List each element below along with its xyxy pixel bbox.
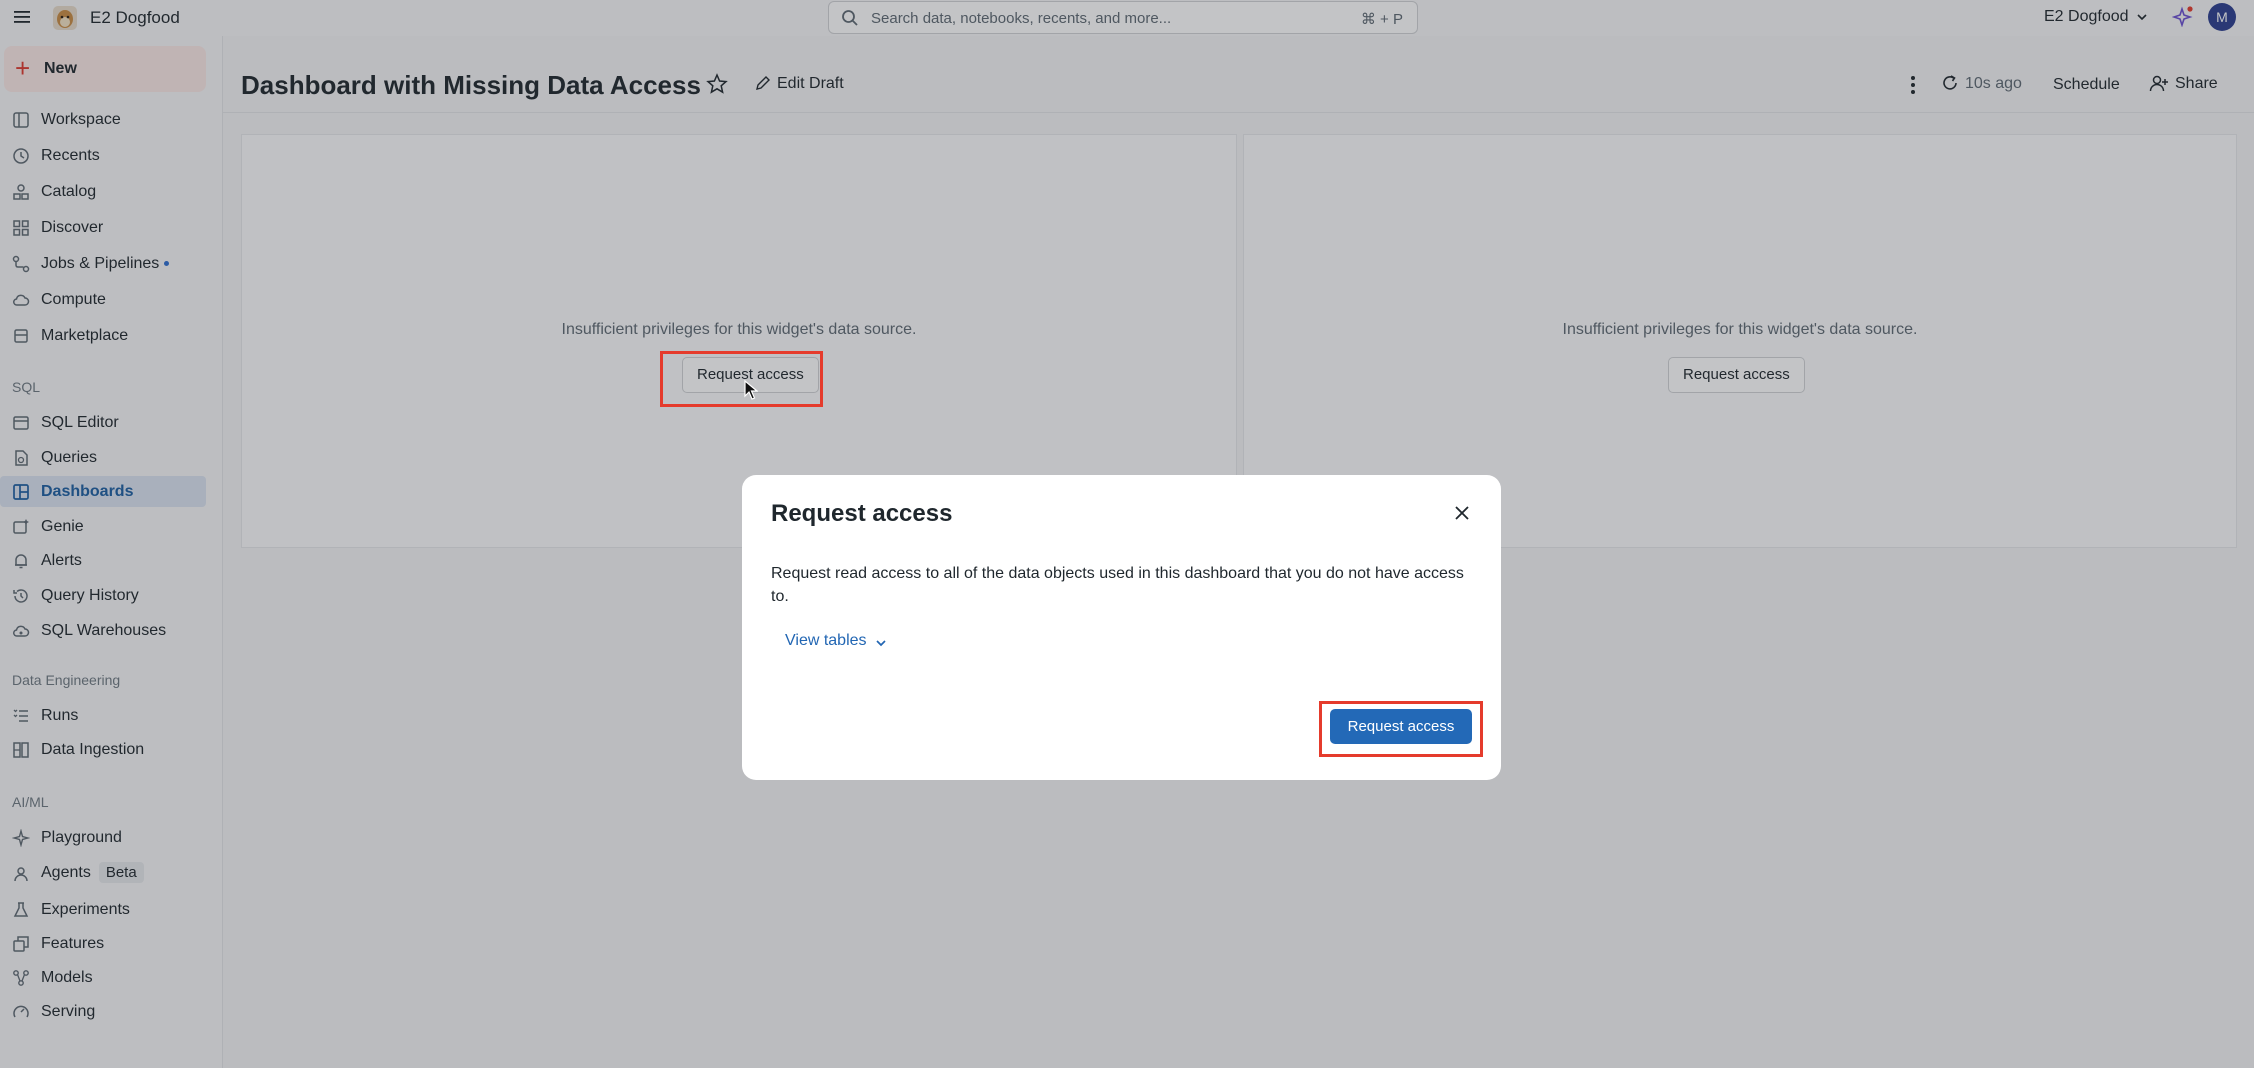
close-icon[interactable] (1452, 503, 1472, 523)
view-tables-label: View tables (785, 632, 867, 649)
view-tables-toggle[interactable]: View tables (785, 632, 887, 650)
chevron-down-icon (875, 640, 886, 647)
dialog-title: Request access (771, 500, 953, 527)
annotation-highlight-box (1319, 701, 1483, 757)
mouse-cursor-icon (744, 380, 758, 400)
dialog-description: Request read access to all of the data o… (771, 565, 1464, 605)
annotation-highlight-box (660, 351, 823, 407)
